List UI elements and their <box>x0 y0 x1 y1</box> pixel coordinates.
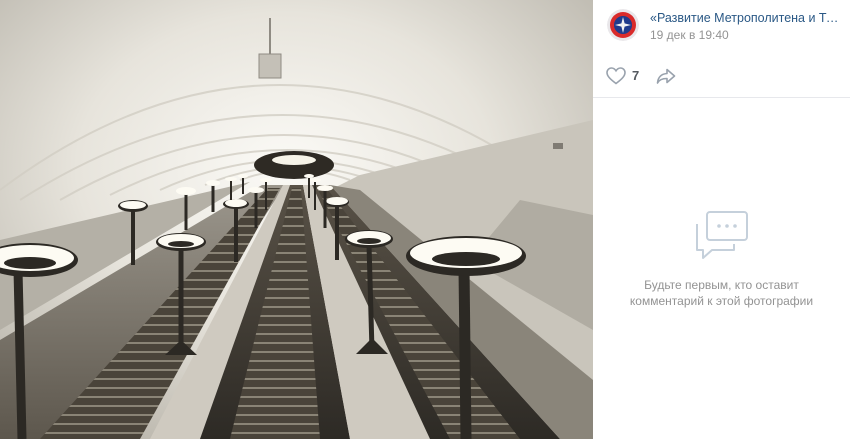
author-name-link[interactable]: «Развитие Метрополитена и Трансп <box>650 10 840 26</box>
photo-viewer: «Развитие Метрополитена и Трансп 19 дек … <box>0 0 850 439</box>
like-button[interactable]: 7 <box>606 66 640 85</box>
post-actions: 7 <box>593 54 850 98</box>
post-side-panel: «Развитие Метрополитена и Трансп 19 дек … <box>593 0 850 439</box>
comment-bubble-icon <box>694 210 750 267</box>
empty-comments-line2: комментарий к этой фотографии <box>629 294 814 308</box>
heart-icon <box>606 66 626 85</box>
empty-comments-line1: Будьте первым, кто оставит <box>644 278 799 292</box>
photo-area[interactable] <box>0 0 593 439</box>
comments-empty-state: Будьте первым, кто оставит комментарий к… <box>593 210 850 309</box>
metro-escalator-photo[interactable] <box>0 0 593 439</box>
community-avatar[interactable] <box>607 9 639 41</box>
share-button[interactable] <box>656 68 676 84</box>
like-count: 7 <box>632 68 640 83</box>
ceiling-speaker <box>258 53 282 79</box>
post-author: «Развитие Метрополитена и Трансп 19 дек … <box>593 0 850 44</box>
share-icon <box>656 68 676 84</box>
post-date[interactable]: 19 дек в 19:40 <box>650 27 840 43</box>
wall-vent <box>553 143 563 149</box>
